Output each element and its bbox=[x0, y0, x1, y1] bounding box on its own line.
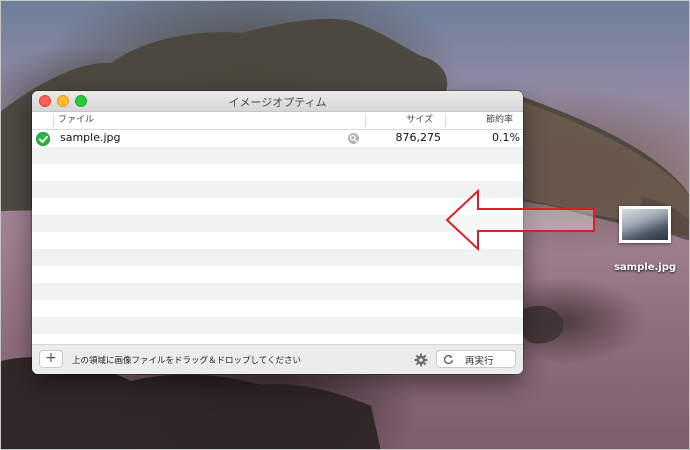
drag-direction-arrow bbox=[445, 189, 595, 252]
add-files-button[interactable]: + bbox=[39, 350, 63, 368]
drop-hint-text: 上の領域に画像ファイルをドラッグ＆ドロップしてください bbox=[72, 356, 301, 366]
file-size: 876,275 bbox=[395, 131, 442, 144]
file-savings: 0.1% bbox=[492, 131, 520, 144]
title-bar[interactable]: イメージオプティム bbox=[32, 91, 523, 112]
reveal-file-icon[interactable] bbox=[348, 133, 359, 144]
image-thumbnail bbox=[619, 206, 671, 243]
refresh-icon bbox=[443, 354, 453, 365]
rerun-label: 再実行 bbox=[465, 356, 494, 367]
column-header-size[interactable]: サイズ bbox=[365, 112, 445, 129]
window-footer: + 上の領域に画像ファイルをドラッグ＆ドロップしてください 再実行 bbox=[32, 344, 523, 374]
table-header: ファイル サイズ 節約率 bbox=[32, 112, 523, 130]
table-row[interactable]: sample.jpg 876,275 0.1% bbox=[32, 130, 523, 147]
column-divider bbox=[53, 114, 54, 127]
column-header-file[interactable]: ファイル bbox=[58, 112, 94, 129]
gear-icon[interactable] bbox=[414, 353, 428, 367]
desktop-file-label: sample.jpg bbox=[613, 262, 677, 273]
column-header-savings[interactable]: 節約率 bbox=[445, 112, 523, 129]
file-name: sample.jpg bbox=[60, 131, 121, 144]
window-title: イメージオプティム bbox=[228, 96, 327, 109]
screenshot-frame: イメージオプティム ファイル サイズ 節約率 sample.jpg 876,27… bbox=[0, 0, 690, 450]
checkmark-icon bbox=[36, 132, 50, 146]
rerun-button[interactable]: 再実行 bbox=[436, 350, 516, 368]
